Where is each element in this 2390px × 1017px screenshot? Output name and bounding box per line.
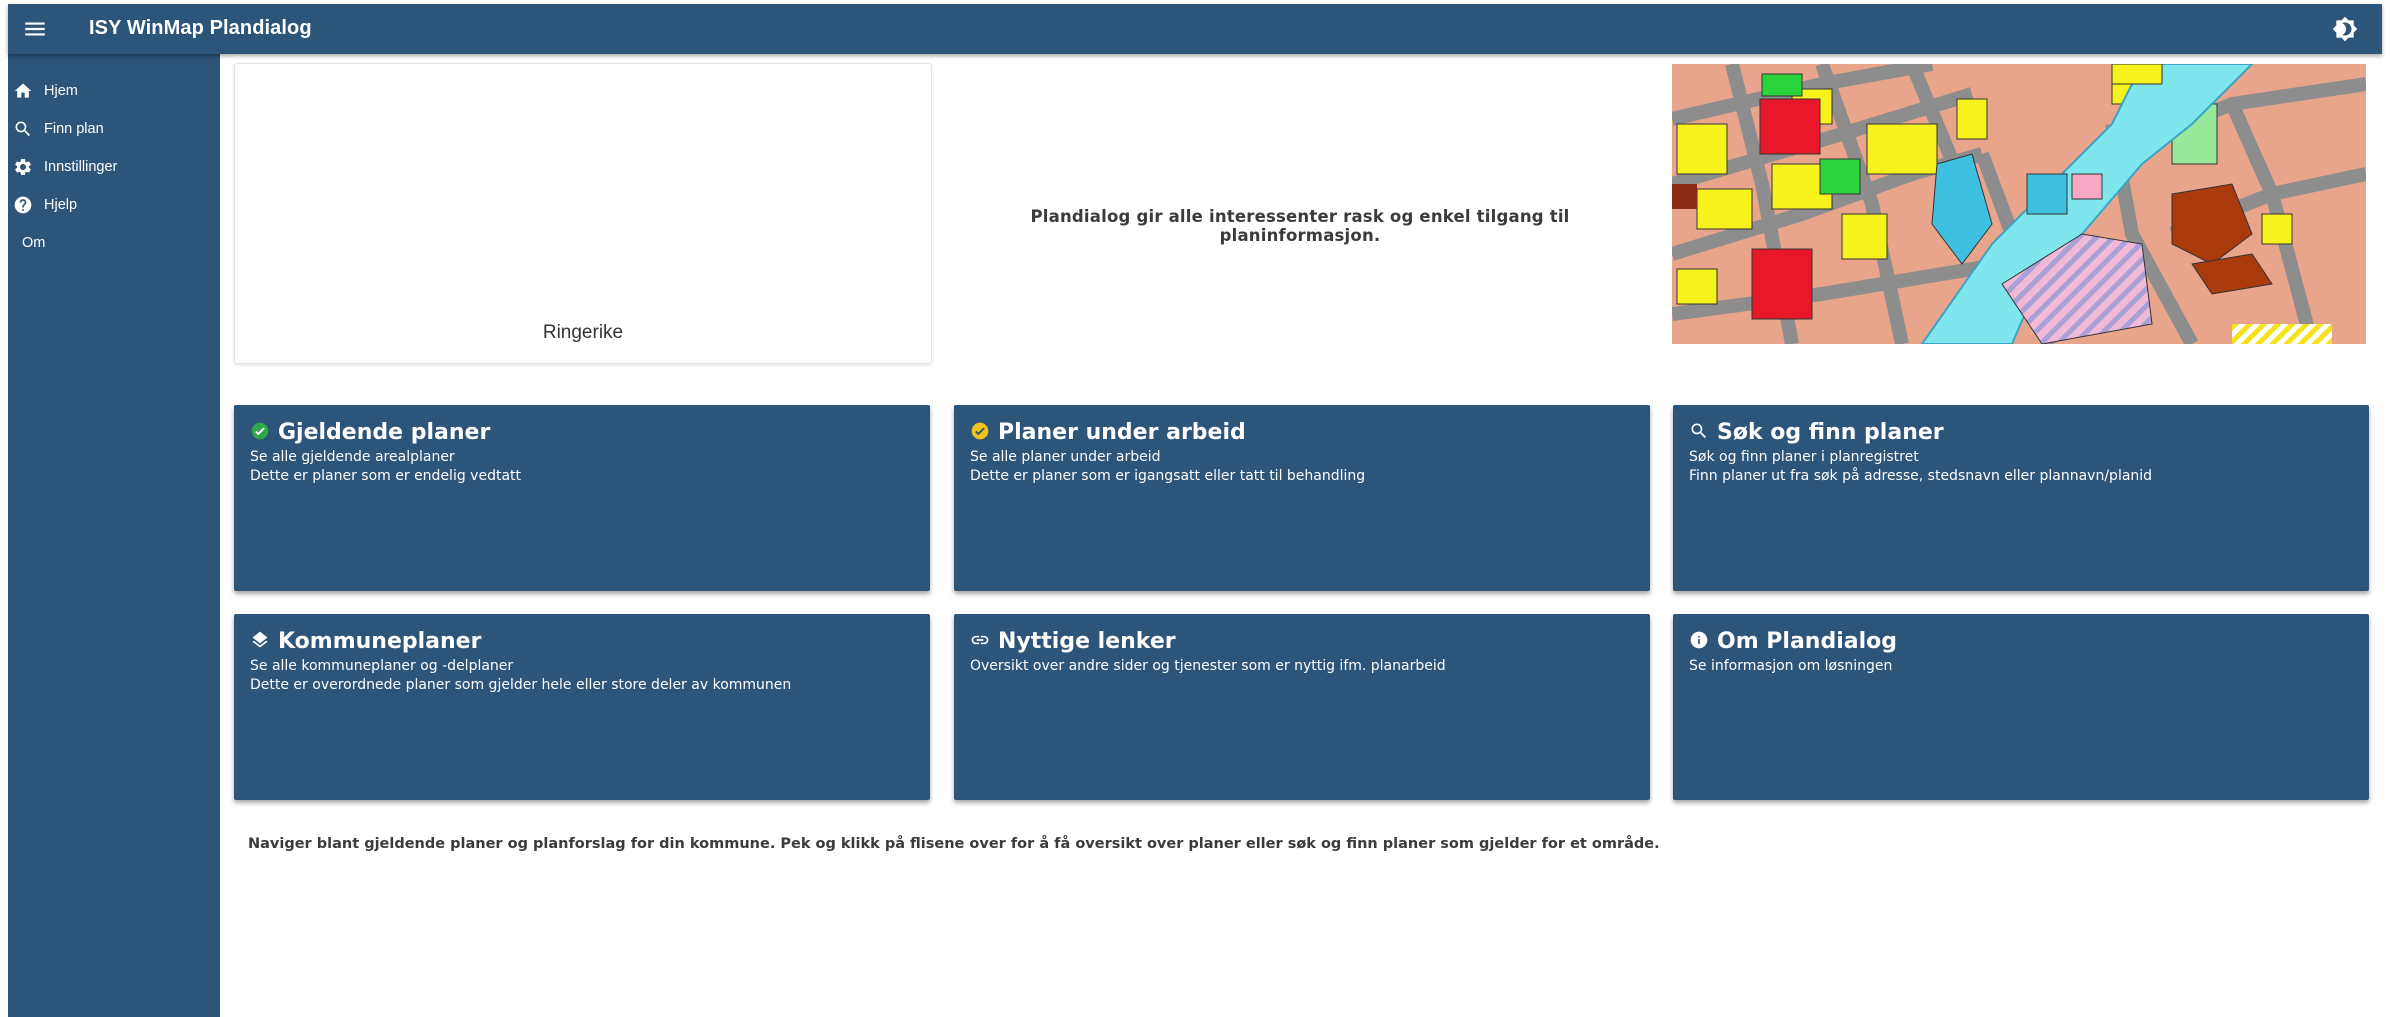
- check-circle-icon: [251, 422, 269, 440]
- tile-planer-under-arbeid[interactable]: Planer under arbeid Se alle planer under…: [954, 405, 1650, 591]
- check-circle-icon: [971, 422, 989, 440]
- sidebar-item-label: Hjem: [44, 83, 78, 99]
- tile-kommuneplaner[interactable]: Kommuneplaner Se alle kommuneplaner og -…: [234, 614, 930, 800]
- tile-description: Dette er planer som er igangsatt eller t…: [970, 468, 1366, 484]
- municipality-name: Ringerike: [542, 322, 624, 343]
- sidebar-item-label: Finn plan: [44, 121, 104, 137]
- tile-gjeldende-planer[interactable]: Gjeldende planer Se alle gjeldende areal…: [234, 405, 930, 591]
- tile-title: Planer under arbeid: [998, 420, 1246, 445]
- sidebar-item-label: Hjelp: [44, 197, 78, 213]
- tile-description: Se alle planer under arbeid: [970, 449, 1161, 465]
- info-icon: [1690, 631, 1708, 649]
- footer-text: Naviger blant gjeldende planer og planfo…: [248, 836, 1660, 852]
- tile-description: Se alle kommuneplaner og -delplaner: [250, 658, 514, 674]
- tile-description: Søk og finn planer i planregistret: [1689, 449, 1919, 465]
- brightness-icon[interactable]: [2332, 16, 2358, 42]
- tile-description: Se alle gjeldende arealplaner: [250, 449, 455, 465]
- app-title: ISY WinMap Plandialog: [89, 17, 312, 39]
- tile-title: Om Plandialog: [1717, 629, 1897, 654]
- sidebar-item-label: Innstillinger: [44, 159, 118, 175]
- tile-nyttige-lenker[interactable]: Nyttige lenker Oversikt over andre sider…: [954, 614, 1650, 800]
- layers-icon: [252, 631, 268, 648]
- tile-description: Finn planer ut fra søk på adresse, steds…: [1689, 468, 2153, 484]
- app-bar: ISY WinMap Plandialog: [8, 4, 2382, 54]
- tile-description: Dette er overordnede planer som gjelder …: [250, 677, 792, 693]
- gear-icon: [15, 158, 31, 175]
- map-image: [1672, 64, 2366, 344]
- sidebar-item-finn-plan[interactable]: Finn plan: [8, 112, 220, 146]
- link-icon: [971, 635, 989, 645]
- menu-icon[interactable]: [22, 16, 48, 42]
- home-icon: [14, 83, 32, 98]
- intro-text: Plandialog gir alle interessenter rask o…: [1030, 207, 1570, 245]
- tile-om-plandialog[interactable]: Om Plandialog Se informasjon om løsninge…: [1673, 614, 2369, 800]
- tile-description: Se informasjon om løsningen: [1689, 658, 1893, 674]
- search-icon: [1691, 423, 1707, 439]
- tile-title: Gjeldende planer: [278, 420, 491, 445]
- municipality-card: Ringerike: [234, 63, 932, 364]
- help-icon: [14, 196, 32, 214]
- tile-title: Kommuneplaner: [278, 629, 482, 654]
- tile-title: Søk og finn planer: [1717, 420, 1944, 445]
- tile-description: Oversikt over andre sider og tjenester s…: [970, 658, 1446, 674]
- search-icon: [15, 121, 31, 137]
- tile-description: Dette er planer som er endelig vedtatt: [250, 468, 522, 484]
- sidebar-item-om[interactable]: Om: [8, 226, 220, 260]
- tile-title: Nyttige lenker: [998, 629, 1176, 654]
- sidebar-item-innstillinger[interactable]: Innstillinger: [8, 150, 220, 184]
- sidebar-item-hjelp[interactable]: Hjelp: [8, 188, 220, 222]
- sidebar-item-hjem[interactable]: Hjem: [8, 74, 220, 108]
- sidebar: Hjem Finn plan Innstillinger Hjelp Om: [8, 54, 220, 1017]
- sidebar-item-label: Om: [22, 235, 46, 251]
- tile-sok-og-finn-planer[interactable]: Søk og finn planer Søk og finn planer i …: [1673, 405, 2369, 591]
